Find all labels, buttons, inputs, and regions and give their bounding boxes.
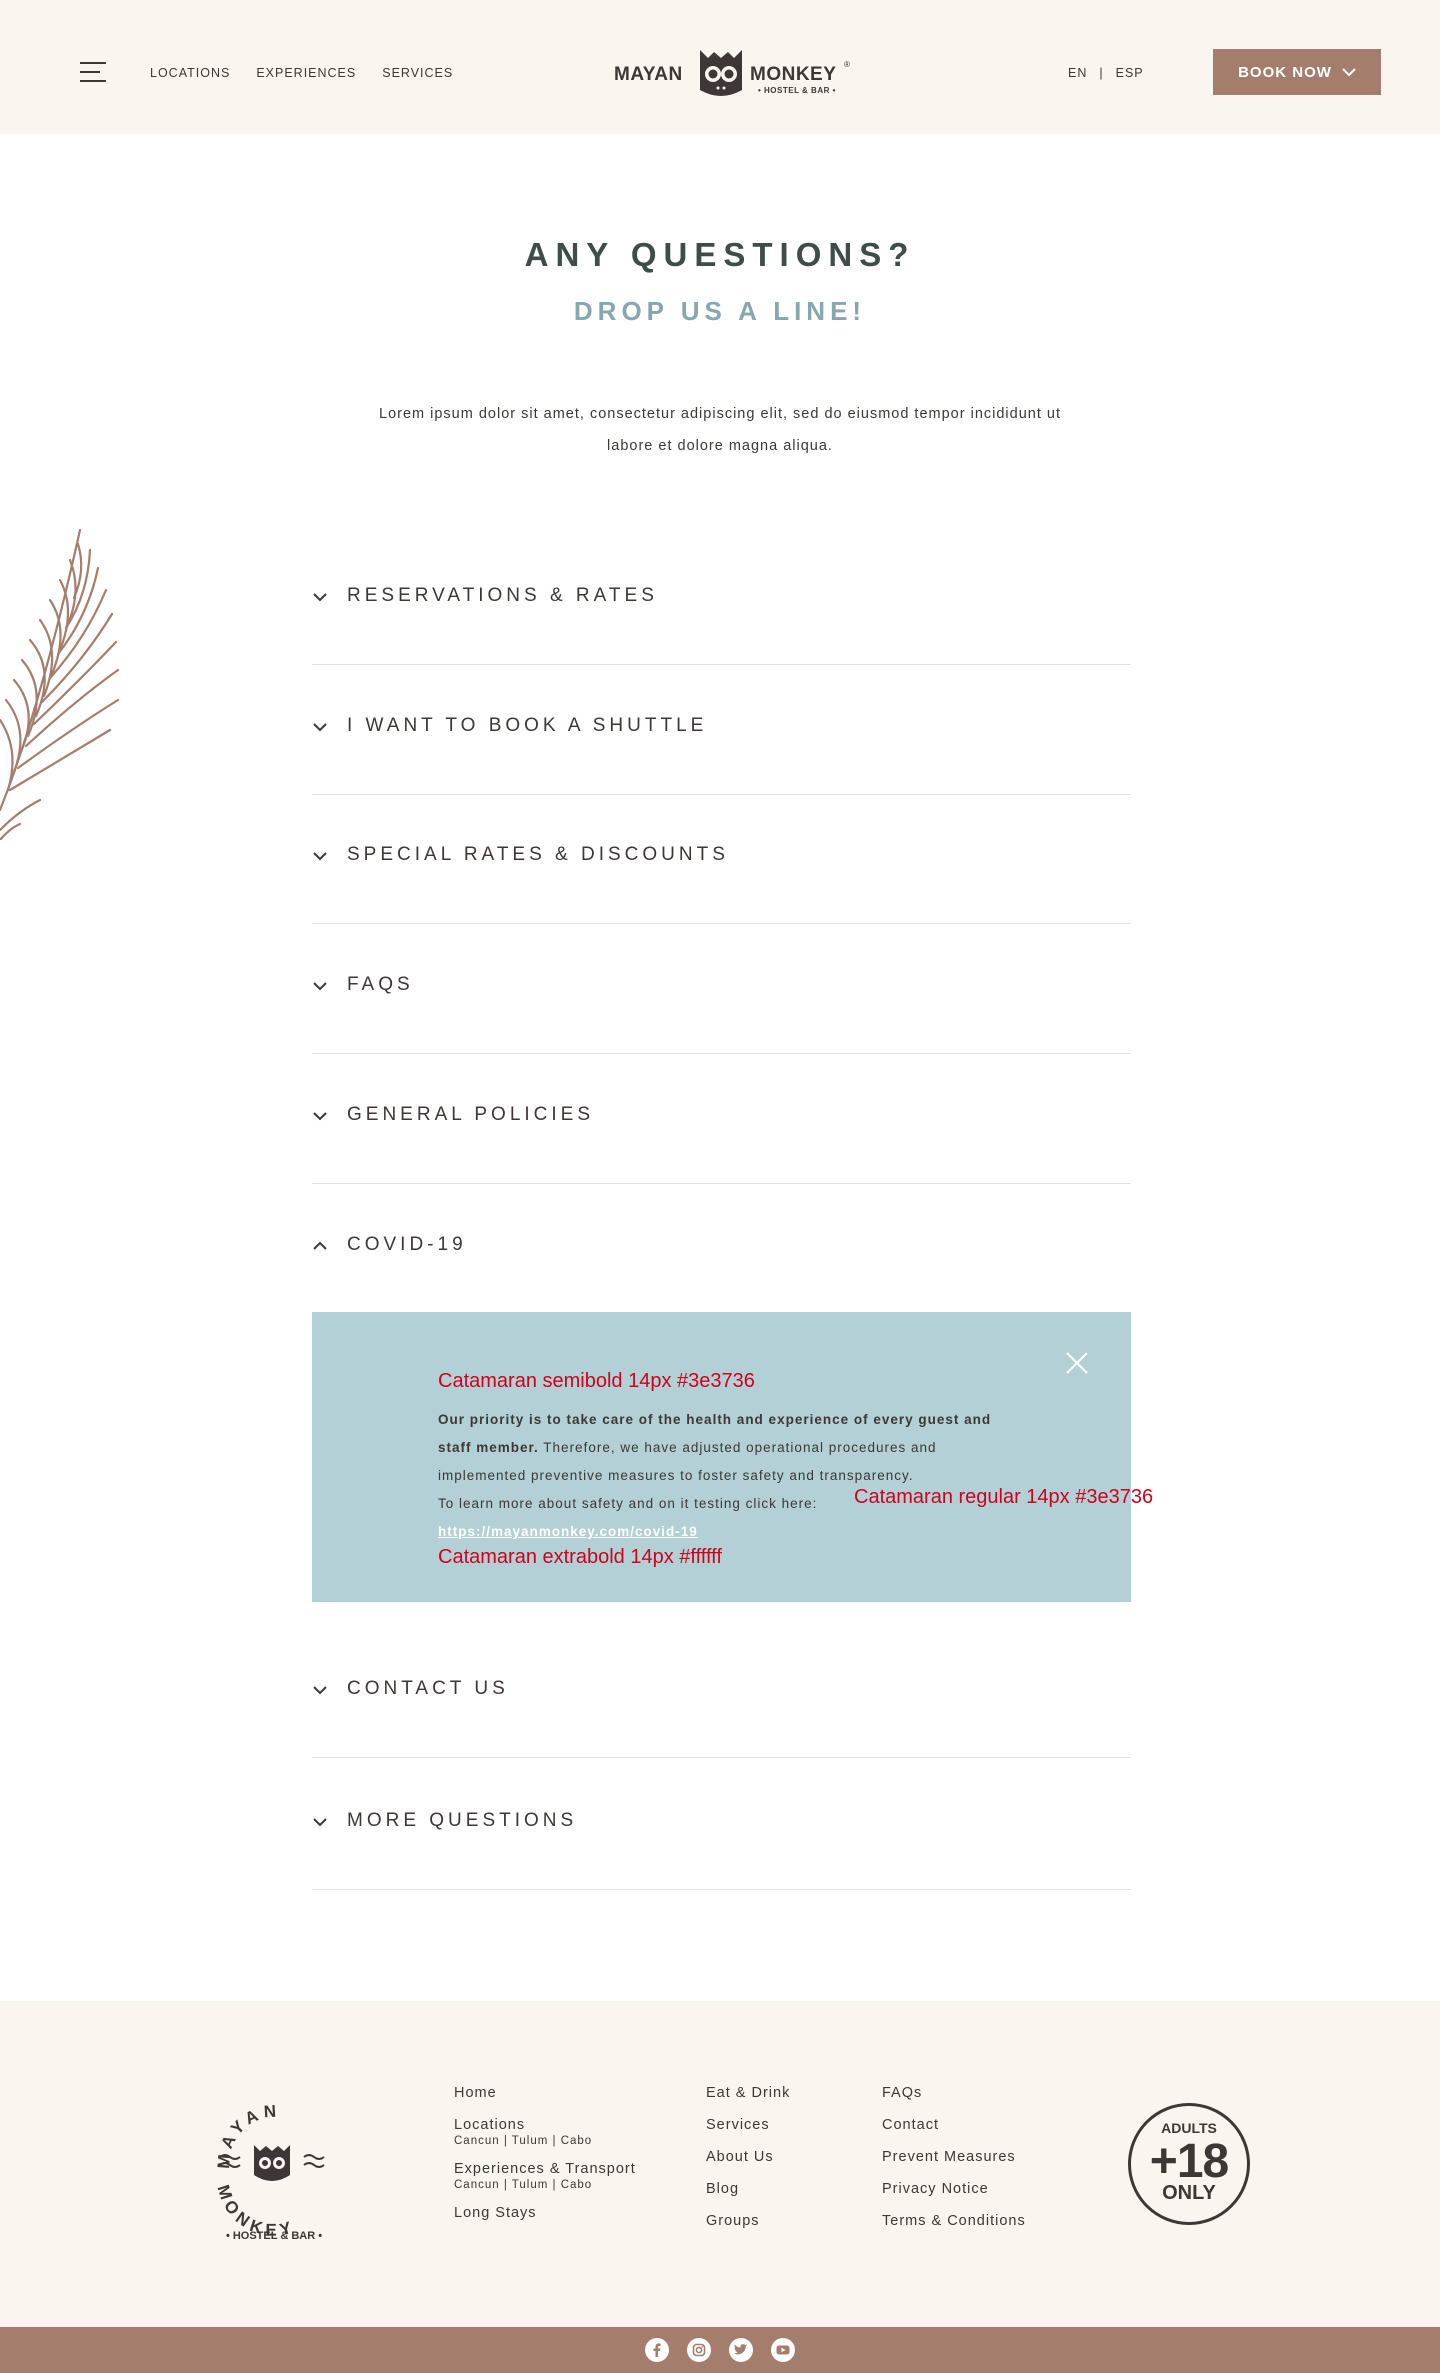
chevron-down-icon — [313, 982, 327, 991]
footer-logo-tagline: • HOSTEL & BAR • — [226, 2230, 322, 2242]
footer-locations-sub: Cancun | Tulum | Cabo — [454, 2135, 593, 2147]
logo-word-1: MAYAN — [614, 64, 683, 85]
chevron-down-icon — [313, 723, 327, 732]
facebook-icon[interactable] — [645, 2338, 669, 2362]
footer-link-groups[interactable]: Groups — [706, 2213, 790, 2229]
accordion-title[interactable]: MORE QUESTIONS — [347, 1810, 577, 1832]
covid-panel-body: Our priority is to take care of the heal… — [438, 1406, 998, 1546]
lang-en[interactable]: EN — [1068, 66, 1087, 80]
site-logo[interactable]: MAYAN MONKEY ® • HOSTEL & BAR • — [612, 44, 852, 102]
footer-logo[interactable]: MAYAN MONKEY • HOSTEL & BAR • — [200, 2091, 350, 2251]
accordion-title[interactable]: I WANT TO BOOK A SHUTTLE — [347, 715, 707, 737]
covid-link[interactable]: https://mayanmonkey.com/covid-19 — [438, 1524, 698, 1539]
accordion-item-contact[interactable]: CONTACT US — [312, 1628, 1131, 1758]
chevron-down-icon — [313, 852, 327, 861]
accordion-item-faqs[interactable]: FAQS — [312, 924, 1131, 1054]
accordion-item-special-rates[interactable]: SPECIAL RATES & DISCOUNTS — [312, 794, 1131, 924]
footer-link-faqs[interactable]: FAQs — [882, 2085, 1026, 2101]
footer-link-privacy[interactable]: Privacy Notice — [882, 2181, 1026, 2197]
book-now-label: BOOK NOW — [1238, 63, 1332, 81]
footer-col-1: Home Locations Cancun | Tulum | Cabo Exp… — [454, 2085, 636, 2221]
lang-separator: | — [1099, 66, 1104, 80]
chevron-down-icon — [313, 1112, 327, 1121]
footer-experiences-sub: Cancun | Tulum | Cabo — [454, 2179, 593, 2191]
accordion-item-reservations[interactable]: RESERVATIONS & RATES — [312, 535, 1131, 665]
chevron-up-icon — [313, 1241, 327, 1250]
accordion-title[interactable]: SPECIAL RATES & DISCOUNTS — [347, 844, 729, 866]
badge-mid: +18 — [1149, 2135, 1229, 2188]
logo-word-2: MONKEY — [750, 64, 837, 85]
adults-only-badge: ADULTS +18 ONLY — [1128, 2103, 1250, 2225]
chevron-down-icon — [313, 1818, 327, 1827]
nav-services[interactable]: SERVICES — [382, 66, 453, 80]
intro-text: Lorem ipsum dolor sit amet, consectetur … — [379, 406, 1061, 454]
footer-link-terms[interactable]: Terms & Conditions — [882, 2213, 1026, 2229]
page-subtitle: DROP US A LINE! — [573, 296, 867, 326]
chevron-down-icon — [313, 593, 327, 602]
footer-link-home[interactable]: Home — [454, 2085, 636, 2101]
chevron-down-icon — [1342, 68, 1356, 77]
covid-link-intro: To learn more about safety and on it tes… — [438, 1496, 818, 1511]
close-icon[interactable] — [1064, 1350, 1090, 1376]
footer-link-services[interactable]: Services — [706, 2117, 790, 2133]
palm-leaf-decoration — [0, 528, 120, 840]
page-title: ANY QUESTIONS? — [524, 236, 916, 273]
accordion-title[interactable]: CONTACT US — [347, 1678, 509, 1700]
social-bar — [0, 2327, 1440, 2373]
annotation-extrabold: Catamaran extrabold 14px #ffffff — [438, 1546, 722, 1568]
twitter-icon[interactable] — [729, 2338, 753, 2362]
logo-registered: ® — [844, 60, 850, 69]
accordion-title[interactable]: FAQS — [347, 974, 414, 996]
accordion-title[interactable]: COVID-19 — [347, 1234, 467, 1256]
site-header: LOCATIONS EXPERIENCES SERVICES MAYAN MON… — [0, 0, 1440, 134]
accordion-title[interactable]: GENERAL POLICIES — [347, 1104, 594, 1126]
footer-col-3: FAQs Contact Prevent Measures Privacy No… — [882, 2085, 1026, 2229]
footer-link-long-stays[interactable]: Long Stays — [454, 2205, 636, 2221]
nav-locations[interactable]: LOCATIONS — [150, 66, 230, 80]
nav-experiences[interactable]: EXPERIENCES — [256, 66, 356, 80]
language-switcher: EN | ESP — [1068, 66, 1144, 80]
logo-tagline: • HOSTEL & BAR • — [758, 86, 836, 95]
badge-bottom: ONLY — [1162, 2182, 1216, 2204]
accordion-item-covid[interactable]: COVID-19 — [312, 1184, 1131, 1314]
accordion-item-more-questions[interactable]: MORE QUESTIONS — [312, 1760, 1131, 1890]
annotation-regular: Catamaran regular 14px #3e3736 — [854, 1486, 1154, 1508]
footer-col-2: Eat & Drink Services About Us Blog Group… — [706, 2085, 790, 2229]
annotation-semibold: Catamaran semibold 14px #3e3736 — [438, 1370, 755, 1392]
book-now-button[interactable]: BOOK NOW — [1213, 49, 1381, 95]
footer-link-prevent[interactable]: Prevent Measures — [882, 2149, 1026, 2165]
footer-link-experiences[interactable]: Experiences & Transport — [454, 2161, 636, 2177]
footer-link-about[interactable]: About Us — [706, 2149, 790, 2165]
covid-panel: Catamaran semibold 14px #3e3736 Our prio… — [312, 1312, 1153, 1602]
footer-link-contact[interactable]: Contact — [882, 2117, 1026, 2133]
instagram-icon[interactable] — [687, 2338, 711, 2362]
lang-esp[interactable]: ESP — [1116, 66, 1144, 80]
menu-icon[interactable] — [80, 62, 106, 82]
accordion-title[interactable]: RESERVATIONS & RATES — [347, 585, 658, 607]
accordion-item-shuttle[interactable]: I WANT TO BOOK A SHUTTLE — [312, 665, 1131, 795]
site-footer: MAYAN MONKEY • HOSTEL & BAR • Home Locat… — [0, 2001, 1440, 2327]
footer-link-locations[interactable]: Locations — [454, 2117, 636, 2133]
monkey-logo-icon — [700, 50, 742, 96]
youtube-icon[interactable] — [771, 2338, 795, 2362]
main-nav: LOCATIONS EXPERIENCES SERVICES — [150, 66, 453, 80]
accordion-item-general-policies[interactable]: GENERAL POLICIES — [312, 1054, 1131, 1184]
footer-link-blog[interactable]: Blog — [706, 2181, 790, 2197]
chevron-down-icon — [313, 1686, 327, 1695]
footer-link-eat-drink[interactable]: Eat & Drink — [706, 2085, 790, 2101]
